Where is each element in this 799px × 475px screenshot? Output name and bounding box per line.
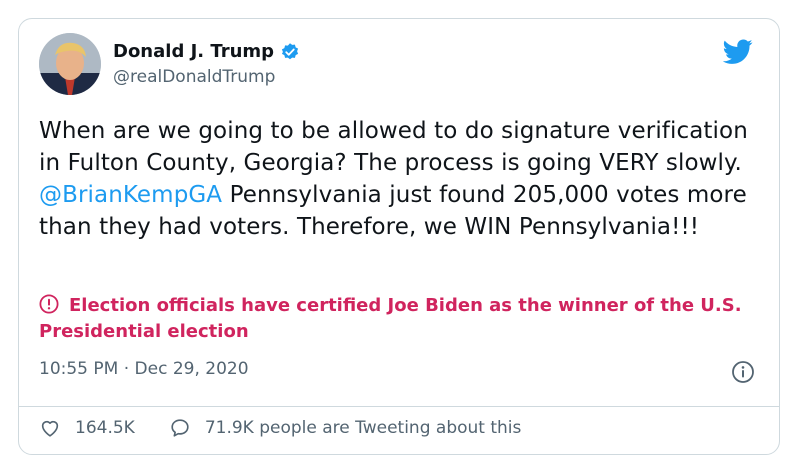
divider <box>19 406 779 407</box>
tweet-card[interactable]: Donald J. Trump @realDonaldTrump When ar… <box>18 18 780 455</box>
info-icon[interactable] <box>731 360 755 384</box>
avatar[interactable] <box>39 33 101 95</box>
mention-link[interactable]: @BrianKempGA <box>39 182 222 208</box>
verified-badge-icon <box>280 42 300 62</box>
tweet-actions: 164.5K 71.9K people are Tweeting about t… <box>39 417 521 439</box>
timestamp[interactable]: 10:55 PM · Dec 29, 2020 <box>39 359 249 379</box>
tweet-text: When are we going to be allowed to do si… <box>39 115 764 243</box>
author-name[interactable]: Donald J. Trump <box>113 41 274 62</box>
heart-icon <box>41 420 59 437</box>
twitter-bird-icon[interactable] <box>722 39 753 65</box>
tweet-text-part1: When are we going to be allowed to do si… <box>39 118 748 176</box>
speech-bubble-icon <box>171 419 189 437</box>
like-action[interactable]: 164.5K <box>39 417 135 439</box>
election-notice[interactable]: Election officials have certified Joe Bi… <box>39 293 769 345</box>
exclamation-circle-icon <box>39 294 59 314</box>
author-handle[interactable]: @realDonaldTrump <box>113 67 275 87</box>
notice-text[interactable]: Election officials have certified Joe Bi… <box>39 295 742 342</box>
conversation-action[interactable]: 71.9K people are Tweeting about this <box>169 417 522 439</box>
like-count: 164.5K <box>75 418 135 438</box>
conversation-label: 71.9K people are Tweeting about this <box>204 418 522 438</box>
